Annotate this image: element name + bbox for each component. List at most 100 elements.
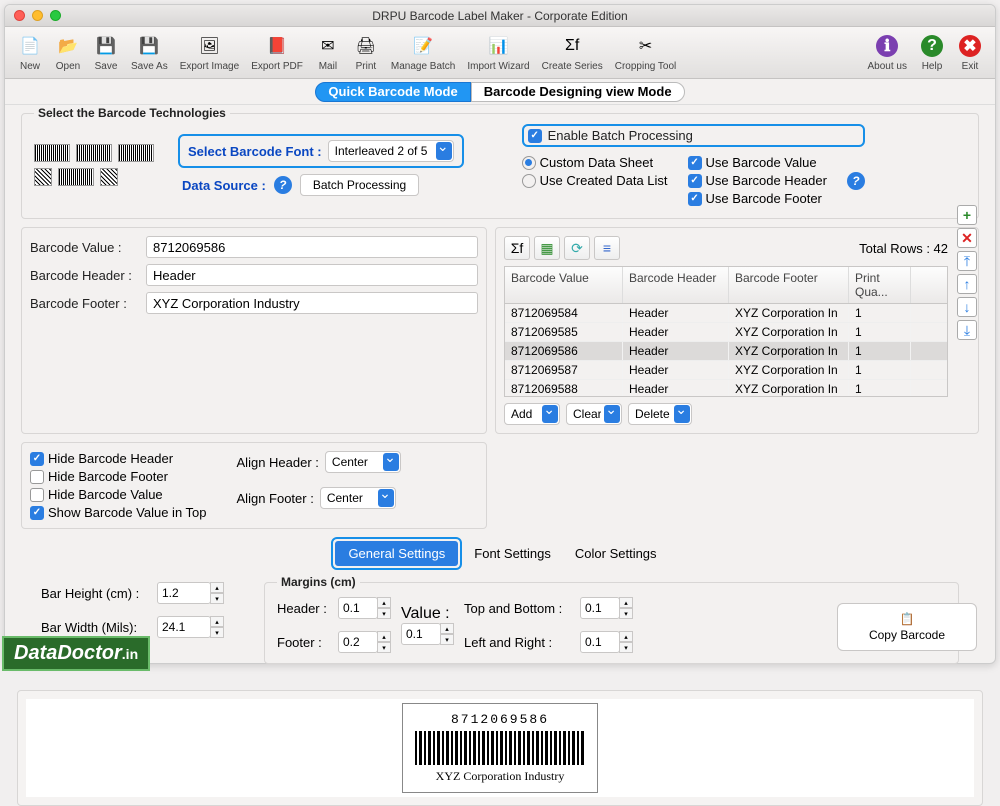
stepper-up-icon[interactable]: ▴ [210,582,224,593]
datasource-value[interactable]: Batch Processing [300,174,419,196]
preview-area: 8712069586 XYZ Corporation Industry [17,690,983,806]
table-row[interactable]: 8712069588HeaderXYZ Corporation In1 [505,380,947,396]
grid-side-buttons: + ✕ ⤒ ↑ ↓ ⤓ [957,205,977,340]
barcode-value-input[interactable] [146,236,478,258]
barcode-header-input[interactable] [146,264,478,286]
delete-row-icon[interactable]: ✕ [957,228,977,248]
save-icon: 💾 [93,33,119,59]
series-icon: Σf [559,33,585,59]
grid-panel: Σf ▦ ⟳ ≡ Total Rows : 42 Barcode Value B… [495,227,979,434]
import-icon: 📊 [485,33,511,59]
chk-hide-footer[interactable] [30,470,44,484]
info-icon[interactable]: ? [847,172,865,190]
clear-select[interactable] [566,403,622,425]
minimize-icon[interactable] [32,10,43,21]
tab-design-mode[interactable]: Barcode Designing view Mode [471,82,685,102]
chk-hide-value[interactable] [30,488,44,502]
refresh-btn-icon[interactable]: ⟳ [564,236,590,260]
radio-custom-sheet[interactable] [522,156,536,170]
fields-panel: Barcode Value : Barcode Header : Barcode… [21,227,487,434]
margin-footer-input[interactable] [338,631,378,653]
align-header-select[interactable] [325,451,401,473]
window-title: DRPU Barcode Label Maker - Corporate Edi… [5,9,995,23]
add-row-icon[interactable]: + [957,205,977,225]
export-image-button[interactable]: 🖼Export Image [174,33,245,72]
total-rows-label: Total Rows : 42 [859,241,948,256]
file-new-button[interactable]: 📄New [11,33,49,72]
help-button[interactable]: ?Help [913,33,951,72]
about-button[interactable]: ℹAbout us [862,33,913,72]
chk-hide-header[interactable] [30,452,44,466]
margin-tb-input[interactable] [580,597,620,619]
tab-font[interactable]: Font Settings [462,542,563,565]
maximize-icon[interactable] [50,10,61,21]
margin-lr-input[interactable] [580,631,620,653]
about-icon: ℹ [874,33,900,59]
margin-header-input[interactable] [338,597,378,619]
barcode-type-icons[interactable] [34,144,164,186]
enable-batch-checkbox[interactable] [528,129,542,143]
options-panel: Hide Barcode Header Hide Barcode Footer … [21,442,487,529]
tab-general[interactable]: General Settings [335,541,458,566]
series-button[interactable]: ΣfCreate Series [536,33,609,72]
folder-open-icon: 📂 [55,33,81,59]
print-button[interactable]: 🖨Print [347,33,385,72]
table-row[interactable]: 8712069585HeaderXYZ Corporation In1 [505,323,947,342]
exit-button[interactable]: ✖Exit [951,33,989,72]
batch-button[interactable]: 📝Manage Batch [385,33,462,72]
margin-value-input[interactable] [401,623,441,645]
bar-height-input[interactable] [157,582,211,604]
export-pdf-icon: 📕 [264,33,290,59]
tab-quick-mode[interactable]: Quick Barcode Mode [315,82,470,102]
excel-btn-icon[interactable]: ▦ [534,236,560,260]
crop-button[interactable]: ✂Cropping Tool [609,33,683,72]
move-top-icon[interactable]: ⤒ [957,251,977,271]
batch-icon: 📝 [410,33,436,59]
move-bottom-icon[interactable]: ⤓ [957,320,977,340]
add-select[interactable] [504,403,560,425]
save-as-button[interactable]: 💾Save As [125,33,174,72]
exit-icon: ✖ [957,33,983,59]
align-footer-select[interactable] [320,487,396,509]
file-new-icon: 📄 [17,33,43,59]
save-as-icon: 💾 [136,33,162,59]
info-icon[interactable]: ? [274,176,292,194]
print-icon: 🖨 [353,33,379,59]
delete-select[interactable] [628,403,692,425]
font-label: Select Barcode Font : [188,144,322,159]
radio-created-list[interactable] [522,174,536,188]
mail-button[interactable]: ✉Mail [309,33,347,72]
stepper-down-icon[interactable]: ▾ [210,593,224,604]
toolbar: 📄New📂Open💾Save💾Save As🖼Export Image📕Expo… [5,27,995,79]
barcode-bars-icon [415,731,585,765]
table-row[interactable]: 8712069584HeaderXYZ Corporation In1 [505,304,947,323]
enable-batch-highlight: Enable Batch Processing [522,124,865,147]
barcode-font-select[interactable] [328,140,454,162]
import-button[interactable]: 📊Import Wizard [461,33,535,72]
tab-color[interactable]: Color Settings [563,542,669,565]
list-btn-icon[interactable]: ≡ [594,236,620,260]
table-row[interactable]: 8712069586HeaderXYZ Corporation In1 [505,342,947,361]
folder-open-button[interactable]: 📂Open [49,33,87,72]
save-button[interactable]: 💾Save [87,33,125,72]
settings-tabs: General Settings Font Settings Color Set… [21,537,979,570]
move-up-icon[interactable]: ↑ [957,274,977,294]
barcode-preview: 8712069586 XYZ Corporation Industry [402,703,598,793]
bar-width-input[interactable] [157,616,211,638]
chk-show-top[interactable] [30,506,44,520]
chk-use-header[interactable] [688,174,702,188]
data-grid[interactable]: Barcode Value Barcode Header Barcode Foo… [504,266,948,397]
copy-barcode-button[interactable]: 📋 Copy Barcode [837,603,977,651]
close-icon[interactable] [14,10,25,21]
chk-use-value[interactable] [688,156,702,170]
export-pdf-button[interactable]: 📕Export PDF [245,33,309,72]
chk-use-footer[interactable] [688,192,702,206]
datasource-label: Data Source : [182,178,266,193]
move-down-icon[interactable]: ↓ [957,297,977,317]
tech-title: Select the Barcode Technologies [34,106,230,120]
table-row[interactable]: 8712069587HeaderXYZ Corporation In1 [505,361,947,380]
barcode-footer-input[interactable] [146,292,478,314]
series-btn-icon[interactable]: Σf [504,236,530,260]
crop-icon: ✂ [633,33,659,59]
mail-icon: ✉ [315,33,341,59]
